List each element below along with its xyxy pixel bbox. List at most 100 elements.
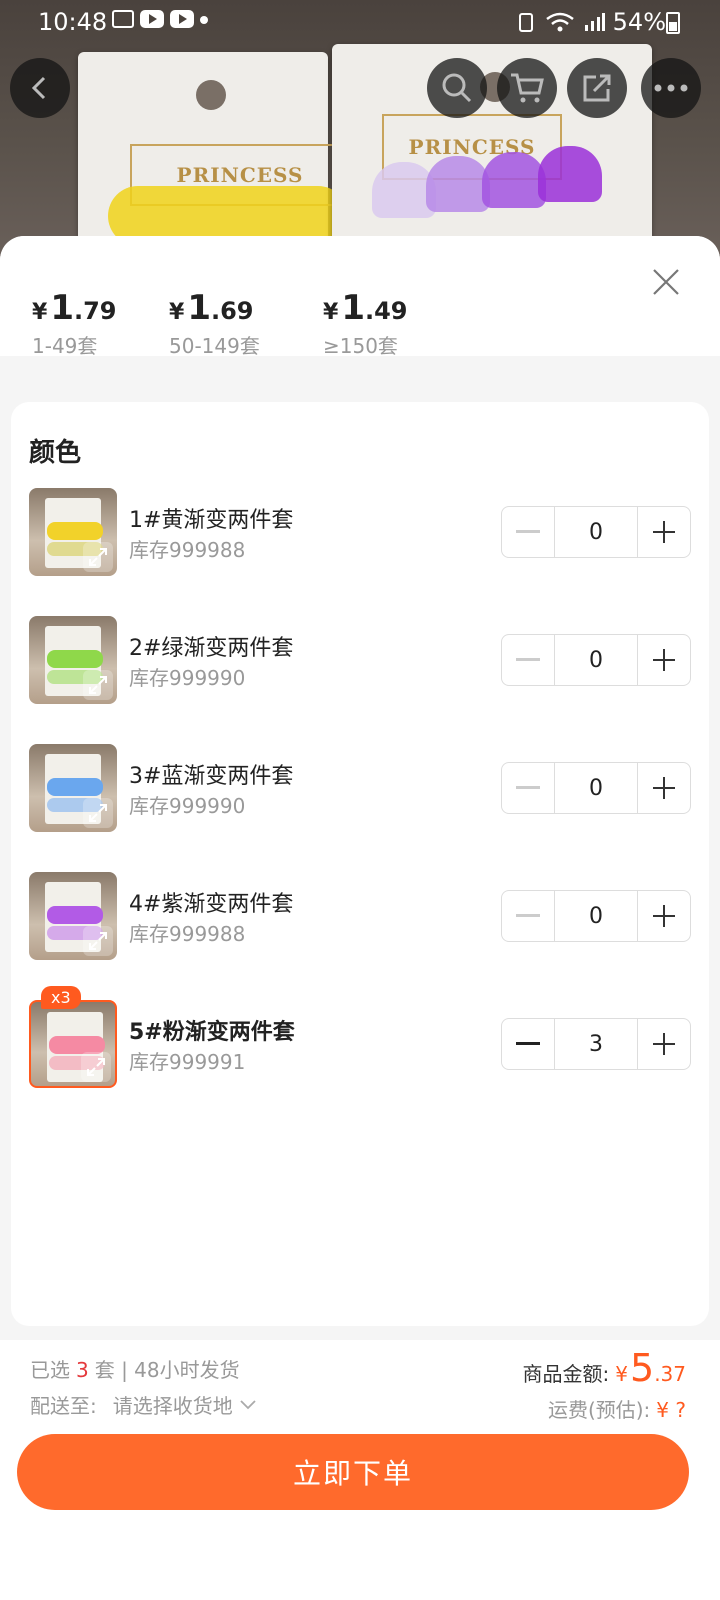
more-notifications-icon xyxy=(200,16,208,24)
price-tier-1: ¥ 1 .79 1-49套 xyxy=(32,288,117,359)
cart-icon xyxy=(511,73,544,103)
price-tier-2: ¥ 1 .69 50-149套 xyxy=(169,288,260,359)
amount-label: 商品金额: xyxy=(522,1362,610,1386)
tier-price: ¥ 1 .69 xyxy=(169,288,260,328)
wifi-icon xyxy=(545,12,574,32)
selected-label: 已选 xyxy=(30,1358,70,1382)
gallery-icon xyxy=(112,10,134,28)
minus-icon xyxy=(516,530,540,533)
quantity-stepper: 3 xyxy=(501,1018,691,1070)
variant-name: 3#蓝渐变两件套 xyxy=(129,764,294,789)
currency-symbol: ¥ xyxy=(32,300,48,325)
quantity-value[interactable]: 0 xyxy=(554,507,638,557)
variant-row: x3 5#粉渐变两件套 库存999991 3 xyxy=(11,986,709,1090)
sku-bottom-sheet: ¥ 1 .79 1-49套 ¥ 1 .69 50-149套 ¥ 1 .49 ≥1… xyxy=(0,236,720,1600)
decrement-button[interactable] xyxy=(502,507,554,557)
delivery-address-selector[interactable]: 配送至: 请选择收货地 xyxy=(30,1390,257,1419)
thumb-clip xyxy=(47,906,103,924)
chevron-left-icon xyxy=(31,76,46,100)
tier-range: 1-49套 xyxy=(32,334,98,358)
selected-summary: 已选 3 套 | 48小时发货 xyxy=(30,1354,240,1383)
price-tier-3: ¥ 1 .49 ≥150套 xyxy=(323,288,408,359)
expand-icon[interactable] xyxy=(81,1052,111,1082)
variant-stock: 库存999988 xyxy=(129,922,246,946)
variant-thumbnail[interactable] xyxy=(29,616,117,704)
tier-range: ≥150套 xyxy=(323,334,398,358)
status-bar: 10:48 54% xyxy=(0,0,720,44)
variant-row: 4#紫渐变两件套 库存999988 0 xyxy=(11,872,709,962)
close-button[interactable] xyxy=(646,262,686,302)
price-decimal: .69 xyxy=(210,297,254,325)
plus-icon xyxy=(653,649,675,671)
expand-icon[interactable] xyxy=(83,798,113,828)
quantity-value[interactable]: 3 xyxy=(554,1019,638,1069)
variant-thumbnail[interactable] xyxy=(29,1000,117,1088)
system-icons: 54% xyxy=(515,8,666,36)
deliver-value: 请选择收货地 xyxy=(112,1394,233,1418)
minus-icon xyxy=(516,914,540,917)
decrement-button[interactable] xyxy=(502,891,554,941)
shipping-estimate: 运费(预估): ¥ ? xyxy=(548,1394,686,1423)
selected-count: 3 xyxy=(76,1358,89,1382)
variant-thumbnail[interactable] xyxy=(29,488,117,576)
tier-price: ¥ 1 .79 xyxy=(32,288,117,328)
shipping-value: ¥ ? xyxy=(656,1398,686,1422)
variant-name: 5#粉渐变两件套 xyxy=(129,1020,295,1045)
share-icon xyxy=(583,74,611,102)
variant-thumbnail[interactable] xyxy=(29,872,117,960)
expand-icon[interactable] xyxy=(83,542,113,572)
plus-icon xyxy=(653,1033,675,1055)
status-time: 10:48 xyxy=(38,8,108,36)
decrement-button[interactable] xyxy=(502,635,554,685)
amount-integer: 5 xyxy=(630,1346,655,1390)
increment-button[interactable] xyxy=(638,763,690,813)
increment-button[interactable] xyxy=(638,507,690,557)
search-icon xyxy=(442,73,472,103)
more-button[interactable] xyxy=(641,58,701,118)
purple-heart-clip xyxy=(538,146,602,202)
increment-button[interactable] xyxy=(638,635,690,685)
card-hole xyxy=(196,80,226,110)
variant-stock: 库存999991 xyxy=(129,1050,246,1074)
increment-button[interactable] xyxy=(638,1019,690,1069)
quantity-value[interactable]: 0 xyxy=(554,891,638,941)
selected-suffix: 套 | 48小时发货 xyxy=(94,1358,240,1382)
youtube-icon xyxy=(170,10,194,28)
shipping-label: 运费(预估): xyxy=(547,1398,651,1422)
variant-thumbnail[interactable] xyxy=(29,744,117,832)
variant-row: 1#黄渐变两件套 库存999988 0 xyxy=(11,488,709,578)
minus-icon xyxy=(516,658,540,661)
cart-button[interactable] xyxy=(497,58,557,118)
quantity-stepper: 0 xyxy=(501,890,691,942)
variant-stock: 库存999990 xyxy=(129,794,246,818)
price-integer: 1 xyxy=(50,288,74,328)
decrement-button[interactable] xyxy=(502,763,554,813)
plus-icon xyxy=(653,905,675,927)
price-integer: 1 xyxy=(187,288,211,328)
quantity-value[interactable]: 0 xyxy=(554,763,638,813)
share-button[interactable] xyxy=(567,58,627,118)
search-button[interactable] xyxy=(427,58,487,118)
quantity-stepper: 0 xyxy=(501,506,691,558)
back-button[interactable] xyxy=(10,58,70,118)
decrement-button[interactable] xyxy=(502,1019,554,1069)
place-order-button[interactable]: 立即下单 xyxy=(17,1434,689,1510)
plus-icon xyxy=(653,521,675,543)
price-integer: 1 xyxy=(341,288,365,328)
section-title-color: 颜色 xyxy=(29,438,82,468)
price-tier-strip: ¥ 1 .79 1-49套 ¥ 1 .69 50-149套 ¥ 1 .49 ≥1… xyxy=(0,236,720,359)
amount-decimal: .37 xyxy=(654,1362,686,1386)
tier-price: ¥ 1 .49 xyxy=(323,288,408,328)
increment-button[interactable] xyxy=(638,891,690,941)
variant-name: 1#黄渐变两件套 xyxy=(129,508,294,533)
amount-currency: ¥ xyxy=(615,1362,628,1386)
expand-icon[interactable] xyxy=(83,670,113,700)
expand-icon[interactable] xyxy=(83,926,113,956)
plus-icon xyxy=(653,777,675,799)
minus-icon xyxy=(516,1042,540,1045)
variant-row: 3#蓝渐变两件套 库存999990 0 xyxy=(11,744,709,834)
color-options-panel: 颜色 1#黄渐变两件套 库存999988 0 2#绿渐变两件套 库存999990… xyxy=(11,402,709,1326)
quantity-value[interactable]: 0 xyxy=(554,635,638,685)
thumb-clip xyxy=(47,650,103,668)
signal-icon xyxy=(584,13,605,31)
